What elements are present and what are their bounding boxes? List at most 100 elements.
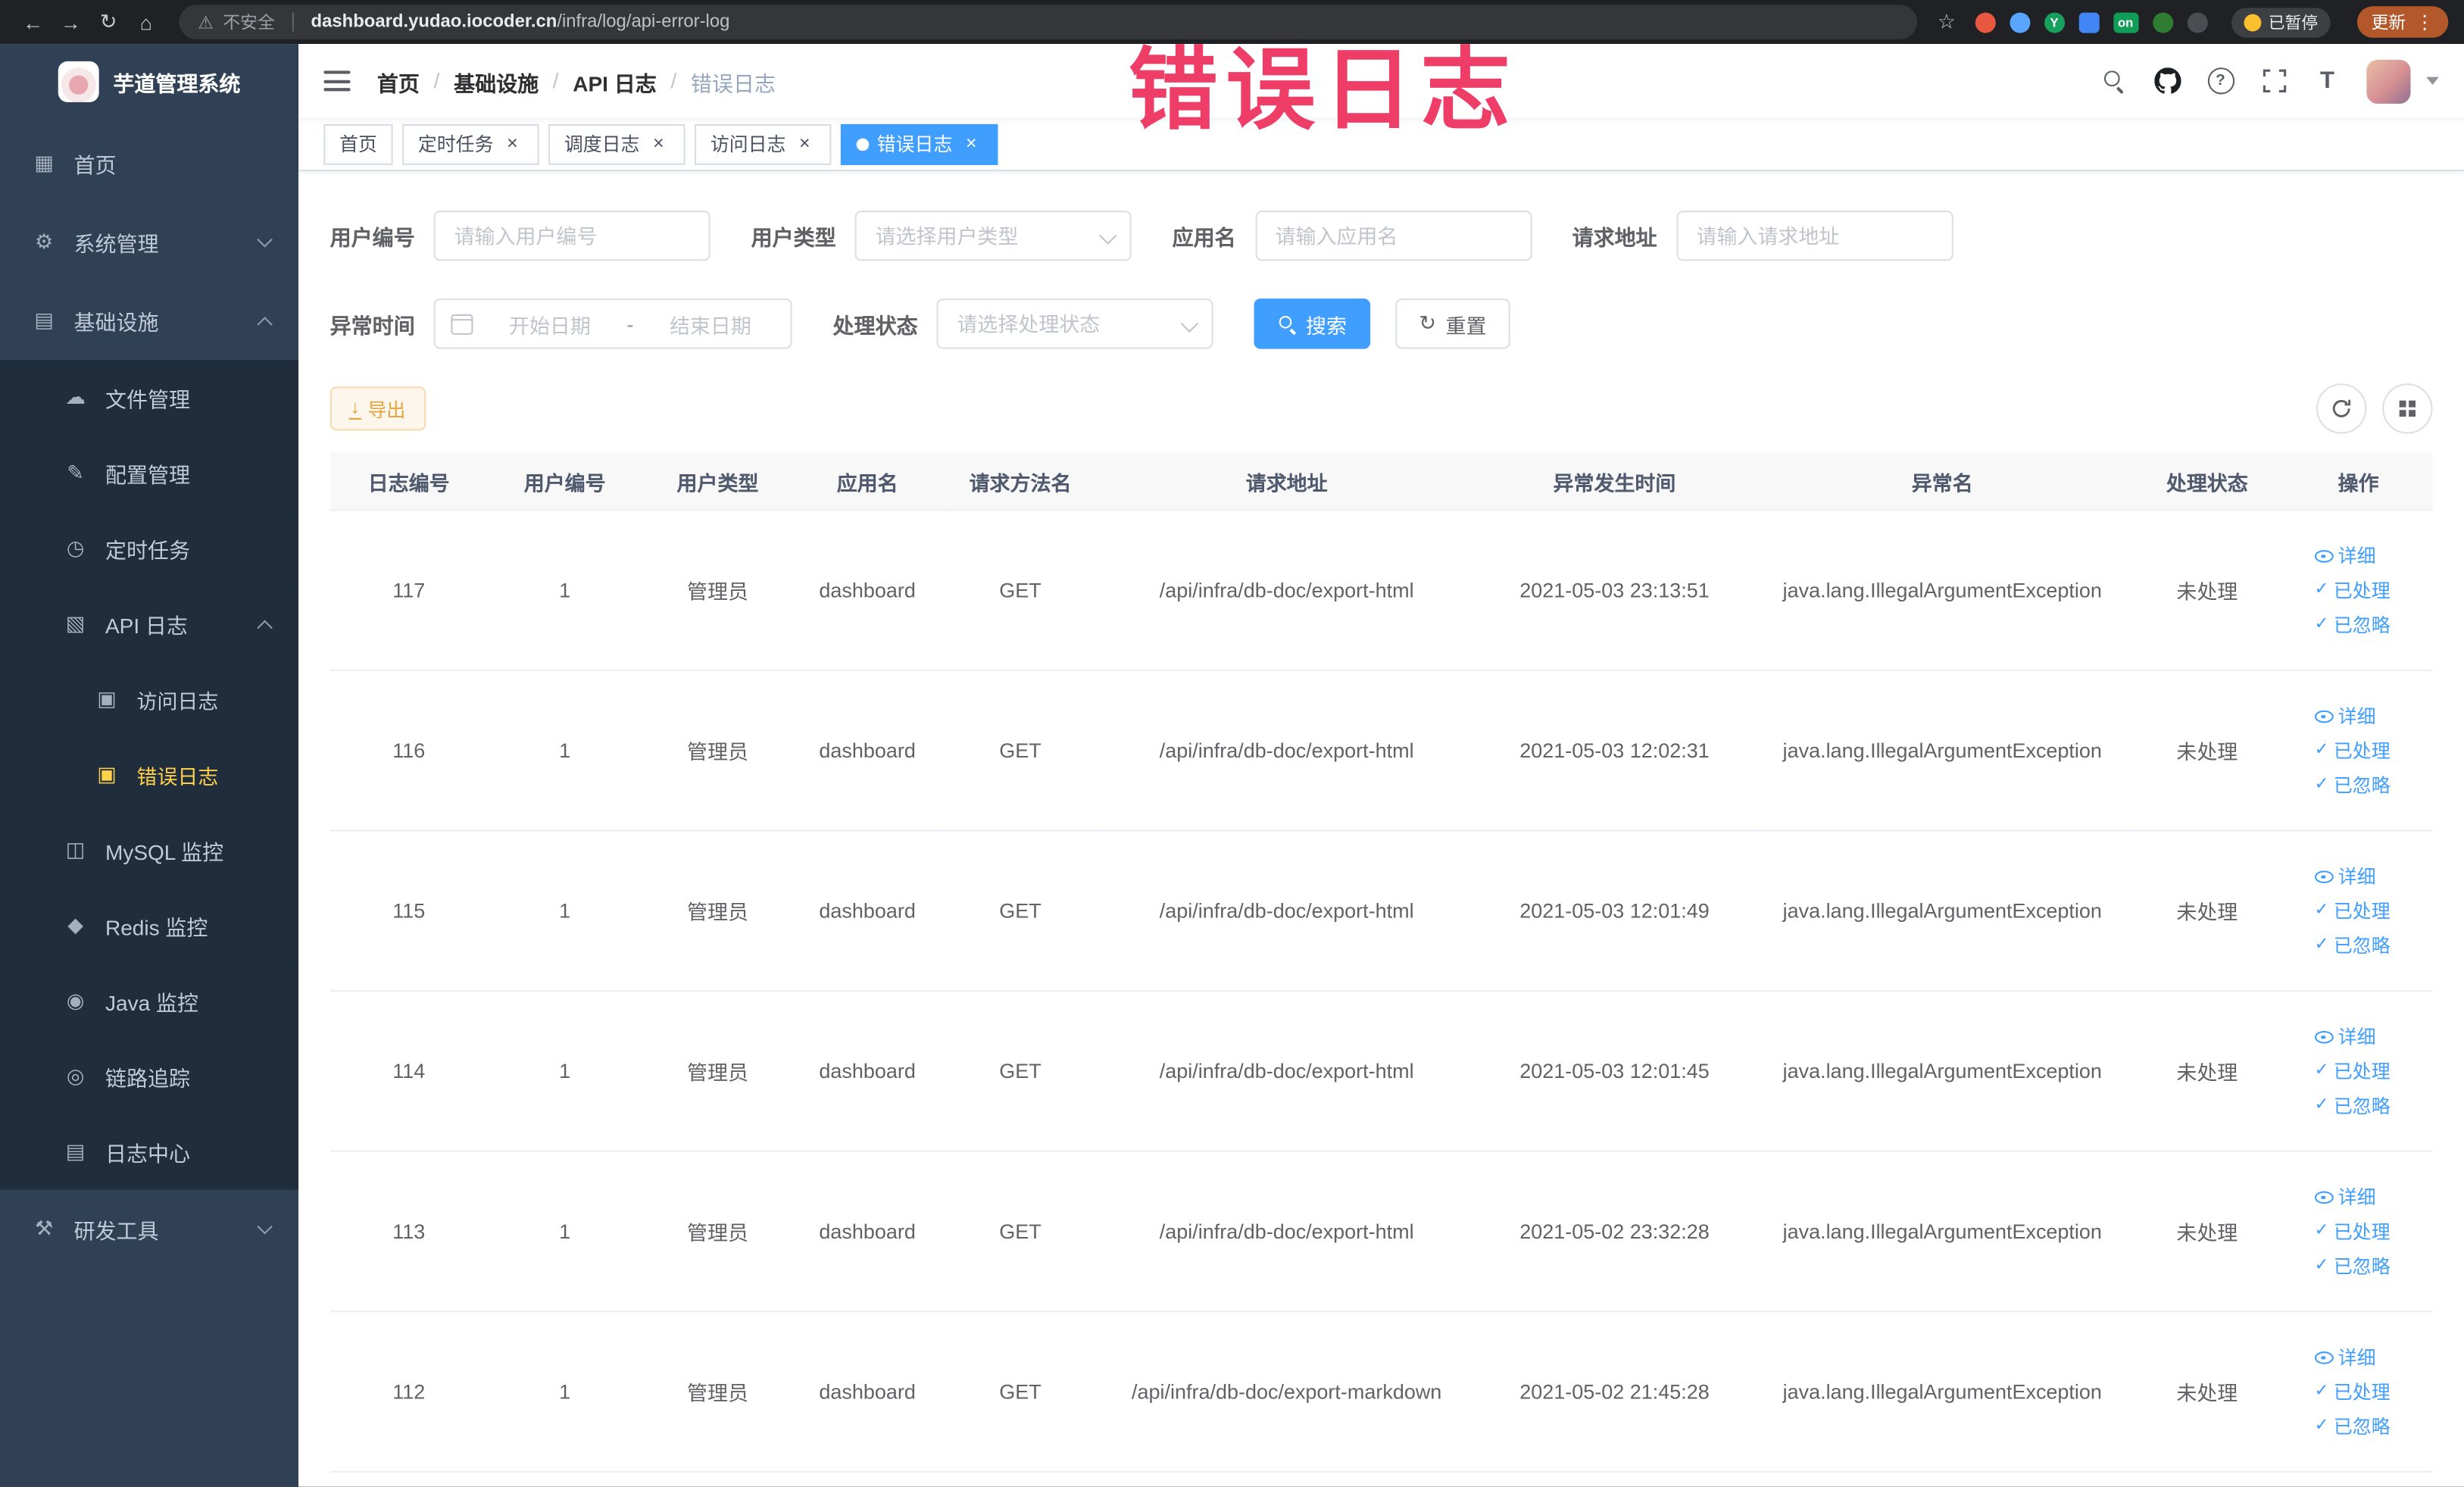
action-detail-link[interactable]: 详细 <box>2314 1183 2376 1210</box>
tab-3[interactable]: 访问日志 × <box>695 123 832 164</box>
cell-actions: 详细 ✓ 已处理 ✓ 已忽略 <box>2284 510 2433 671</box>
breadcrumb: 首页 / 基础设施 / API 日志 / 错误日志 <box>377 65 776 96</box>
cell-method: GET <box>941 510 1100 671</box>
action-detail-link[interactable]: 详细 <box>2314 1023 2376 1050</box>
action-detail-link[interactable]: 详细 <box>2314 1344 2376 1370</box>
sidebar-item-home[interactable]: ▦ 首页 <box>0 124 298 203</box>
sidebar-item-config-manage[interactable]: ✎ 配置管理 <box>0 435 299 511</box>
export-button[interactable]: ↓ 导出 <box>329 386 426 431</box>
action-detail-link[interactable]: 详细 <box>2314 702 2376 729</box>
tab-1[interactable]: 定时任务 × <box>402 123 539 164</box>
sidebar-item-log-center[interactable]: ▤ 日志中心 <box>0 1114 299 1190</box>
action-processed-link[interactable]: ✓ 已处理 <box>2315 1057 2391 1084</box>
address-bar[interactable]: ⚠ 不安全 dashboard.yudao.iocoder.cn/infra/l… <box>179 5 1917 39</box>
reset-button[interactable]: ↻ 重置 <box>1395 298 1510 349</box>
close-icon[interactable]: × <box>794 132 816 155</box>
sidebar-item-label: 首页 <box>73 154 117 178</box>
home-icon[interactable]: ⌂ <box>129 5 164 39</box>
dashboard-icon: ▦ <box>34 151 54 175</box>
help-icon[interactable]: ? <box>2206 67 2234 95</box>
table-header-row: 日志编号 用户编号 用户类型 应用名 请求方法名 请求地址 异常发生时间 异常名 处理状态 操作 <box>329 452 2433 511</box>
search-icon[interactable] <box>2100 67 2128 95</box>
bookmark-star-icon[interactable]: ☆ <box>1932 5 1960 39</box>
app-name-input[interactable] <box>1254 210 1532 261</box>
sidebar-item-mysql-monitor[interactable]: ◫ MySQL 监控 <box>0 812 299 889</box>
cell-id: 115 <box>329 830 488 992</box>
sidebar-item-redis-monitor[interactable]: ◆ Redis 监控 <box>0 888 299 964</box>
hamburger-icon[interactable] <box>323 70 351 92</box>
cell-time: 2021-05-02 21:45:28 <box>1474 1311 1755 1473</box>
sidebar-logo[interactable]: 芋道管理系统 <box>0 44 298 118</box>
row-actions: 详细 ✓ 已处理 ✓ 已忽略 <box>2314 1344 2403 1440</box>
cell-time: 2021-05-02 23:32:28 <box>1474 1151 1755 1313</box>
extension-icon-blue[interactable] <box>2009 11 2030 33</box>
action-ignored-link[interactable]: ✓ 已忽略 <box>2315 1092 2391 1119</box>
user-avatar[interactable] <box>2366 58 2411 103</box>
action-detail-link[interactable]: 详细 <box>2314 542 2376 569</box>
tab-2[interactable]: 调度日志 × <box>548 123 685 164</box>
user-type-select[interactable] <box>854 210 1132 261</box>
action-processed-link[interactable]: ✓ 已处理 <box>2315 576 2391 603</box>
extension-icon-green-y[interactable]: Y <box>2044 11 2065 33</box>
action-processed-link[interactable]: ✓ 已处理 <box>2315 1218 2391 1245</box>
cell-actions: 详细 ✓ 已处理 ✓ 已忽略 <box>2284 991 2433 1152</box>
close-icon[interactable]: × <box>501 132 523 155</box>
forward-icon[interactable]: → <box>54 5 89 39</box>
reload-icon[interactable]: ↻ <box>91 5 126 39</box>
action-detail-link[interactable]: 详细 <box>2314 863 2376 889</box>
date-range-picker[interactable]: 开始日期 - 结束日期 <box>433 298 792 349</box>
sidebar-item-dev-tools[interactable]: ⚒ 研发工具 <box>0 1189 298 1268</box>
back-icon[interactable]: ← <box>16 5 51 39</box>
action-ignored-link[interactable]: ✓ 已忽略 <box>2315 1413 2391 1439</box>
sidebar-item-infra[interactable]: ▤ 基础设施 <box>0 281 298 360</box>
action-ignored-link[interactable]: ✓ 已忽略 <box>2315 932 2391 958</box>
sidebar-item-link-trace[interactable]: ◎ 链路追踪 <box>0 1039 299 1114</box>
request-url-input[interactable] <box>1675 210 1953 261</box>
sidebar-item-file-manage[interactable]: ☁ 文件管理 <box>0 360 299 436</box>
breadcrumb-item-1[interactable]: 基础设施 <box>454 65 539 96</box>
search-button[interactable]: 搜索 <box>1254 298 1371 349</box>
action-processed-link[interactable]: ✓ 已处理 <box>2315 1378 2391 1404</box>
action-processed-link[interactable]: ✓ 已处理 <box>2315 737 2391 764</box>
font-size-icon[interactable]: T <box>2313 67 2341 95</box>
sidebar-item-system[interactable]: ⚙ 系统管理 <box>0 203 298 282</box>
avatar-caret-icon[interactable] <box>2426 77 2439 86</box>
tab-0[interactable]: 首页 <box>323 123 393 164</box>
extension-icon-red[interactable] <box>1975 11 1996 33</box>
action-processed-link[interactable]: ✓ 已处理 <box>2315 898 2391 924</box>
cell-user-id: 1 <box>487 830 642 992</box>
extension-icon-paw[interactable] <box>2186 11 2207 33</box>
sidebar-item-label: Java 监控 <box>105 992 198 1016</box>
action-ignored-link[interactable]: ✓ 已忽略 <box>2315 1252 2391 1279</box>
extension-icon-blue-grid[interactable] <box>2078 11 2100 33</box>
user-id-input[interactable] <box>433 210 710 261</box>
sidebar-item-error-log[interactable]: ▣ 错误日志 <box>0 736 299 813</box>
column-settings-button[interactable] <box>2382 383 2433 434</box>
sidebar-item-access-log[interactable]: ▣ 访问日志 <box>0 661 299 737</box>
paused-profile-chip[interactable]: 已暂停 <box>2230 7 2331 37</box>
process-status-select[interactable] <box>936 298 1213 349</box>
sidebar-item-api-log[interactable]: ▧ API 日志 <box>0 586 299 662</box>
close-icon[interactable]: × <box>960 132 982 155</box>
security-label[interactable]: 不安全 <box>223 9 274 34</box>
close-icon[interactable]: × <box>648 132 670 155</box>
sidebar-item-scheduled-job[interactable]: ◷ 定时任务 <box>0 511 299 586</box>
extension-icon-dark-green[interactable] <box>2152 11 2173 33</box>
cell-exception: java.lang.IllegalArgumentException <box>1754 670 2130 832</box>
table-toolbar: ↓ 导出 <box>329 383 2433 434</box>
browser-menu-icon[interactable]: ⋮ <box>2416 11 2434 33</box>
action-ignored-link[interactable]: ✓ 已忽略 <box>2315 772 2391 798</box>
fullscreen-icon[interactable] <box>2259 67 2288 95</box>
breadcrumb-item-0[interactable]: 首页 <box>377 65 420 96</box>
breadcrumb-item-2[interactable]: API 日志 <box>573 65 657 96</box>
paused-label: 已暂停 <box>2268 13 2319 33</box>
chrome-update-button[interactable]: 更新 ⋮ <box>2356 6 2449 38</box>
tab-label: 访问日志 <box>710 133 786 156</box>
action-ignored-link[interactable]: ✓ 已忽略 <box>2315 611 2391 638</box>
extension-icon-on-badge[interactable]: on <box>2113 11 2138 33</box>
eye-icon <box>2314 867 2334 885</box>
tab-4[interactable]: 错误日志 × <box>841 123 998 164</box>
github-icon[interactable] <box>2153 67 2181 95</box>
refresh-table-button[interactable] <box>2316 383 2367 434</box>
sidebar-item-java-monitor[interactable]: ◉ Java 监控 <box>0 963 299 1039</box>
